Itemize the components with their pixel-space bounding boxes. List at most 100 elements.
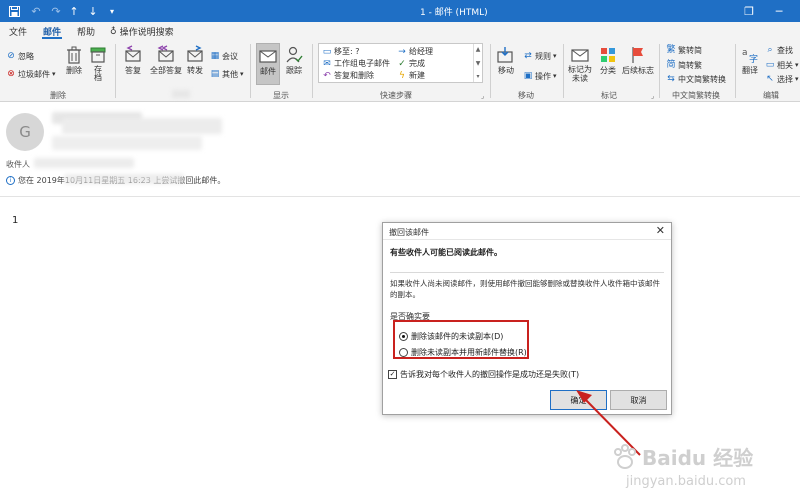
dialog-divider <box>390 272 664 273</box>
categorize-button[interactable]: 分类 <box>598 45 618 76</box>
message-body: 1 <box>12 215 19 226</box>
chinese-conversion-button[interactable]: ⇆ 中文简繁转换 <box>666 73 726 85</box>
quick-steps-group-label: 快速步骤 <box>380 91 412 100</box>
watermark-brand: Baidu 经验 <box>642 446 754 470</box>
reply-button[interactable]: 答复 <box>123 45 143 76</box>
report-checkbox-row[interactable]: ✓ 告诉我对每个收件人的撤回操作是成功还是失败(T) <box>388 369 579 380</box>
avatar: G <box>6 113 44 151</box>
dialog-launcher-icon[interactable]: ⌟ <box>651 92 654 100</box>
radio-button[interactable] <box>399 332 408 341</box>
to-traditional-label: 简转繁 <box>678 60 702 70</box>
meeting-button[interactable]: ▦ 会议 <box>210 50 238 62</box>
track-label: 跟踪 <box>286 66 302 75</box>
ignore-button[interactable]: ⊘ 忽略 <box>6 50 34 62</box>
ignore-icon: ⊘ <box>7 51 15 61</box>
forward-label: 转发 <box>187 66 203 75</box>
quick-step-to-manager[interactable]: → 给经理 <box>397 46 433 57</box>
quick-step-done[interactable]: ✓ 完成 <box>397 58 425 69</box>
group-separator <box>490 44 491 98</box>
group-separator <box>735 44 736 98</box>
dialog-description: 如果收件人尚未阅读邮件，则使用邮件撤回能够删除或替换收件人收件箱中该邮件的副本。 <box>390 279 660 299</box>
blurred-label <box>172 90 190 98</box>
tell-me-label: 操作说明搜索 <box>119 28 174 38</box>
option-replace-new[interactable]: 删除未读副本并用新邮件替换(R) <box>399 347 527 358</box>
translate-label: 翻译 <box>742 66 758 75</box>
envelope-unread-icon <box>570 45 590 65</box>
ok-button[interactable]: 确定 <box>550 390 607 410</box>
tab-help[interactable]: 帮助 <box>77 25 95 38</box>
quick-step-team-email[interactable]: ✉ 工作组电子邮件 <box>322 58 390 69</box>
tab-file[interactable]: 文件 <box>9 25 27 38</box>
mark-unread-button[interactable]: 标记为 未读 <box>568 45 592 83</box>
forward-icon <box>185 45 205 65</box>
forward-button[interactable]: 转发 <box>185 45 205 76</box>
flag-icon <box>628 45 648 65</box>
gallery-scroll[interactable]: ▲ ▼ ▾ <box>473 44 482 82</box>
rules-label: 规则 <box>535 51 551 61</box>
to-simplified-button[interactable]: 繁 繁转简 <box>666 44 702 56</box>
dialog-launcher-icon[interactable]: ⌟ <box>481 92 484 100</box>
simplified-to-traditional-icon: 简 <box>666 60 676 70</box>
minimize-icon[interactable]: ─ <box>770 3 788 19</box>
quick-step-reply-delete[interactable]: ↶ 答复和删除 <box>322 70 374 81</box>
move-label: 移动 <box>498 66 514 75</box>
archive-button[interactable]: 存档 <box>88 45 108 81</box>
quick-step-move-to[interactable]: ▭ 移至: ? <box>322 46 360 57</box>
mark-unread-label: 标记为 未读 <box>568 65 592 83</box>
more-icon[interactable]: ▾ <box>476 73 479 80</box>
junk-button[interactable]: ⊗ 垃圾邮件 ▾ <box>6 68 55 80</box>
svg-text:a: a <box>742 48 748 58</box>
undo-icon[interactable]: ↶ <box>28 3 44 19</box>
option-delete-unread[interactable]: 删除该邮件的未读副本(D) <box>399 331 503 342</box>
find-label: 查找 <box>777 45 793 55</box>
redo-icon[interactable]: ↷ <box>48 3 64 19</box>
lightning-icon: ϟ <box>399 70 405 81</box>
editing-group-label: 编辑 <box>763 91 779 100</box>
track-button[interactable]: 跟踪 <box>284 45 304 76</box>
up-arrow-icon[interactable]: ↑ <box>66 3 82 19</box>
move-button[interactable]: 移动 <box>496 45 516 76</box>
delete-button[interactable]: 删除 <box>64 45 84 76</box>
quick-step-label: 移至: ? <box>334 47 360 56</box>
trash-icon <box>64 45 84 65</box>
select-button[interactable]: ↖ 选择 ▾ <box>765 73 798 85</box>
follow-up-button[interactable]: 后续标志 <box>622 45 654 76</box>
related-button[interactable]: ▭ 相关 ▾ <box>765 59 799 71</box>
person-track-icon <box>284 45 304 65</box>
more-respond-button[interactable]: ▤ 其他 ▾ <box>210 68 244 80</box>
recall-dialog: 撤回该邮件 ✕ 有些收件人可能已阅读此邮件。 如果收件人尚未阅读邮件，则使用邮件… <box>382 222 672 415</box>
option-label: 删除该邮件的未读副本(D) <box>411 332 504 341</box>
reply-all-button[interactable]: 全部答复 <box>150 45 182 76</box>
active-tab-indicator <box>42 37 62 39</box>
customize-icon[interactable]: ▾ <box>104 3 120 19</box>
down-arrow-icon[interactable]: ↓ <box>85 3 101 19</box>
find-button[interactable]: ⌕ 查找 <box>765 44 793 56</box>
chinese-conversion-label: 中文简繁转换 <box>678 74 726 84</box>
close-icon[interactable]: ✕ <box>656 224 665 237</box>
menu-bar: 文件 邮件 帮助 ♁ 操作说明搜索 <box>0 22 800 40</box>
to-traditional-button[interactable]: 简 简转繁 <box>666 59 702 71</box>
quick-step-new[interactable]: ϟ 新建 <box>397 70 425 81</box>
blurred-date <box>64 174 184 184</box>
blurred-sender <box>62 118 222 134</box>
restore-ribbon-icon[interactable]: ❐ <box>740 3 758 19</box>
select-label: 选择 <box>777 74 793 84</box>
move-group-label: 移动 <box>518 91 534 100</box>
radio-button[interactable] <box>399 348 408 357</box>
scroll-up-icon[interactable]: ▲ <box>476 46 481 53</box>
actions-button[interactable]: ▣ 操作 ▾ <box>523 70 557 82</box>
to-simplified-label: 繁转简 <box>678 45 702 55</box>
scroll-down-icon[interactable]: ▼ <box>476 60 481 67</box>
report-checkbox[interactable]: ✓ <box>388 370 397 379</box>
save-icon[interactable] <box>6 3 22 19</box>
ignore-label: 忽略 <box>18 51 34 61</box>
translate-button[interactable]: a字 翻译 <box>740 45 760 76</box>
paw-logo-icon <box>614 444 636 469</box>
dialog-heading: 有些收件人可能已阅读此邮件。 <box>390 248 502 257</box>
chevron-down-icon: ▾ <box>553 52 557 60</box>
delete-group-label: 删除 <box>50 91 66 100</box>
rules-button[interactable]: ⇄ 规则 ▾ <box>523 50 557 62</box>
message-view-button[interactable]: 邮件 <box>256 43 280 85</box>
cancel-button[interactable]: 取消 <box>610 390 667 410</box>
tell-me-search[interactable]: ♁ 操作说明搜索 <box>110 25 174 39</box>
